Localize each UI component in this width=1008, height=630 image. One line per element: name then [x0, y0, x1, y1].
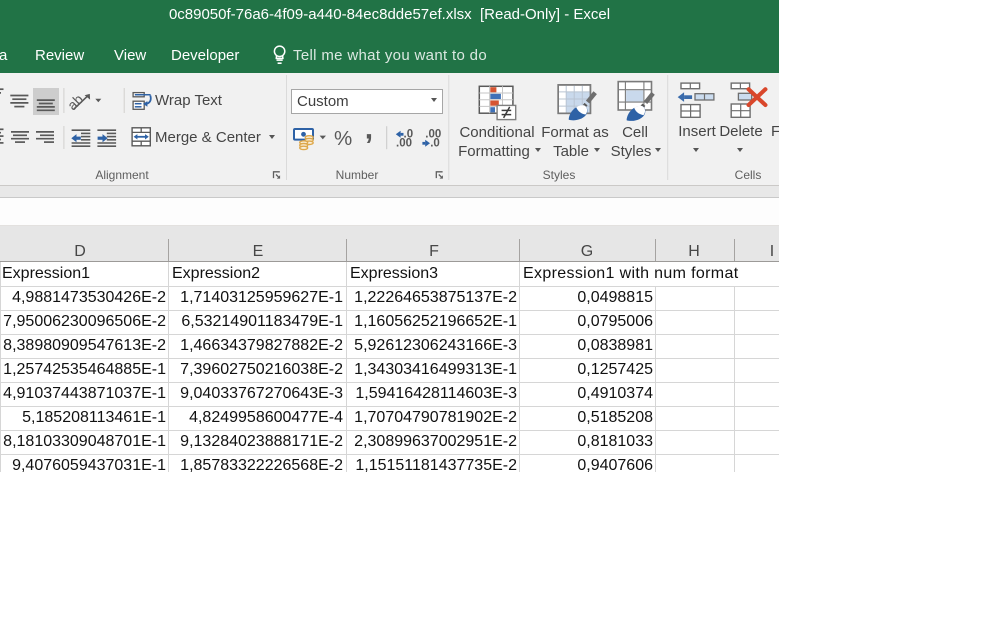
- svg-text:.00: .00: [396, 138, 412, 150]
- svg-text:ab: ab: [64, 91, 86, 113]
- svg-text:%: %: [334, 127, 352, 150]
- svg-text:.0: .0: [430, 138, 440, 150]
- svg-text:,: ,: [365, 112, 373, 145]
